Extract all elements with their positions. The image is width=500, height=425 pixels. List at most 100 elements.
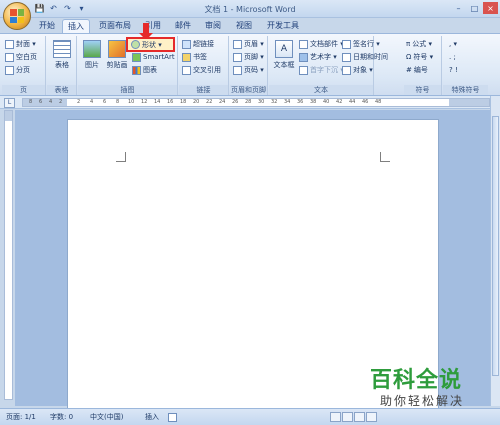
- table-button[interactable]: 表格: [51, 40, 73, 70]
- special-symbol-row-1[interactable]: , ▾: [449, 39, 457, 50]
- quick-parts-button[interactable]: 文档部件 ▾: [299, 39, 344, 50]
- full-screen-view-icon[interactable]: [342, 412, 353, 422]
- save-icon[interactable]: 💾: [34, 3, 45, 14]
- web-layout-view-icon[interactable]: [354, 412, 365, 422]
- title-bar: 文档 1 - Microsoft Word 💾 ↶ ↷ ▾ – □ ×: [0, 0, 500, 18]
- tab-review[interactable]: 审阅: [201, 19, 225, 33]
- customize-qat-icon[interactable]: ▾: [76, 3, 87, 14]
- shapes-icon: [131, 40, 140, 49]
- picture-button[interactable]: 图片: [81, 40, 103, 70]
- group-pages: 封面 ▾ 空白页 分页 页: [2, 36, 46, 95]
- page-number-button[interactable]: 页码 ▾: [233, 65, 264, 76]
- drop-cap-label: 首字下沉 ▾: [310, 66, 344, 74]
- bookmark-button[interactable]: 书签: [182, 52, 207, 63]
- redo-icon[interactable]: ↷: [62, 3, 73, 14]
- hyperlink-icon: [182, 40, 191, 49]
- tab-developer[interactable]: 开发工具: [264, 19, 302, 33]
- date-time-button[interactable]: 日期和时间: [342, 52, 388, 63]
- equation-button[interactable]: π 公式 ▾: [406, 39, 432, 50]
- ruler-number: 40: [323, 99, 330, 105]
- footer-button[interactable]: 页脚 ▾: [233, 52, 264, 63]
- date-time-icon: [342, 53, 351, 62]
- smartart-button[interactable]: SmartArt: [132, 52, 175, 63]
- equation-label: 公式 ▾: [412, 40, 432, 48]
- omega-icon: Ω: [406, 53, 412, 61]
- ruler-number: 32: [271, 99, 278, 105]
- ruler-number: 2: [59, 99, 63, 105]
- restore-button[interactable]: □: [467, 2, 482, 14]
- blank-page-button[interactable]: 空白页: [5, 52, 37, 63]
- ruler-number: 20: [193, 99, 200, 105]
- cover-page-icon: [5, 40, 14, 49]
- chart-button[interactable]: 图表: [132, 65, 157, 76]
- undo-icon[interactable]: ↶: [48, 3, 59, 14]
- office-logo-icon: [10, 9, 24, 23]
- language-indicator[interactable]: 中文(中国): [90, 412, 123, 422]
- tab-view[interactable]: 视图: [232, 19, 256, 33]
- picture-icon: [83, 40, 101, 58]
- wordart-label: 艺术字 ▾: [310, 53, 337, 61]
- group-tables: 表格 表格: [47, 36, 77, 95]
- signature-line-button[interactable]: 签名行 ▾: [342, 39, 380, 50]
- group-header-footer: 页眉 ▾ 页脚 ▾ 页码 ▾ 页眉和页脚: [230, 36, 268, 95]
- word-count[interactable]: 字数: 0: [50, 412, 73, 422]
- tab-insert[interactable]: 插入: [62, 19, 90, 33]
- hyperlink-button[interactable]: 超链接: [182, 39, 214, 50]
- wordart-icon: [299, 53, 308, 62]
- macro-record-icon[interactable]: [168, 413, 177, 422]
- ruler-number: 38: [310, 99, 317, 105]
- ruler-number: 4: [90, 99, 94, 105]
- cross-reference-button[interactable]: 交叉引用: [182, 65, 221, 76]
- office-button[interactable]: [3, 2, 31, 30]
- ruler-number: 36: [297, 99, 304, 105]
- page-number-icon: [233, 66, 242, 75]
- print-layout-view-icon[interactable]: [330, 412, 341, 422]
- group-label-tables: 表格: [47, 85, 76, 95]
- vertical-ruler[interactable]: [4, 110, 13, 400]
- ruler-number: 6: [103, 99, 107, 105]
- wordart-button[interactable]: 艺术字 ▾: [299, 52, 337, 63]
- minimize-button[interactable]: –: [451, 2, 466, 14]
- footer-icon: [233, 53, 242, 62]
- group-links: 超链接 书签 交叉引用 链接: [179, 36, 229, 95]
- numbering-icon: #: [406, 66, 412, 74]
- header-button[interactable]: 页眉 ▾: [233, 39, 264, 50]
- close-button[interactable]: ×: [483, 2, 498, 14]
- tab-home[interactable]: 开始: [36, 19, 58, 33]
- ruler-number: 6: [39, 99, 43, 105]
- tab-stop-selector[interactable]: L: [4, 98, 15, 108]
- ruler-number: 24: [219, 99, 226, 105]
- blank-page-label: 空白页: [16, 53, 37, 61]
- tab-mailings[interactable]: 邮件: [171, 19, 195, 33]
- textbox-label: 文本框: [273, 61, 295, 69]
- ruler-number: 2: [77, 99, 81, 105]
- bookmark-label: 书签: [193, 53, 207, 61]
- ruler-number: 42: [336, 99, 343, 105]
- bookmark-icon: [182, 53, 191, 62]
- special-symbol-row-2[interactable]: . ;: [449, 52, 456, 63]
- date-time-label: 日期和时间: [353, 53, 388, 61]
- ruler-number: 12: [141, 99, 148, 105]
- drop-cap-button[interactable]: 首字下沉 ▾: [299, 65, 344, 76]
- textbox-button[interactable]: A 文本框: [272, 40, 296, 70]
- numbering-button[interactable]: # 编号: [406, 65, 428, 76]
- scrollbar-thumb[interactable]: [492, 116, 499, 376]
- group-symbols: π 公式 ▾ Ω 符号 ▾ # 编号 符号: [404, 36, 442, 95]
- page-count[interactable]: 页面: 1/1: [6, 412, 36, 422]
- page-break-button[interactable]: 分页: [5, 65, 30, 76]
- tab-page-layout[interactable]: 页面布局: [96, 19, 134, 33]
- horizontal-ruler[interactable]: 8 6 4 2 2 4 6 8 10 12 14 16 18 20 22 24 …: [22, 98, 490, 107]
- special-symbol-row-3[interactable]: ? !: [449, 65, 458, 76]
- window-controls: – □ ×: [451, 2, 498, 14]
- ribbon: 封面 ▾ 空白页 分页 页 表格 表格 图片 剪贴画 SmartArt 图表 插…: [0, 33, 500, 96]
- highlight-arrow: [139, 23, 153, 40]
- watermark-title: 百科全说: [370, 368, 463, 393]
- symbol-button[interactable]: Ω 符号 ▾: [406, 52, 433, 63]
- object-button[interactable]: 对象 ▾: [342, 65, 373, 76]
- picture-label: 图片: [85, 61, 99, 69]
- vertical-scrollbar[interactable]: [490, 96, 500, 406]
- quick-access-toolbar: 💾 ↶ ↷ ▾: [34, 3, 87, 14]
- shapes-button[interactable]: 形状 ▾: [126, 37, 175, 52]
- cover-page-button[interactable]: 封面 ▾: [5, 39, 36, 50]
- insert-mode[interactable]: 插入: [145, 412, 159, 422]
